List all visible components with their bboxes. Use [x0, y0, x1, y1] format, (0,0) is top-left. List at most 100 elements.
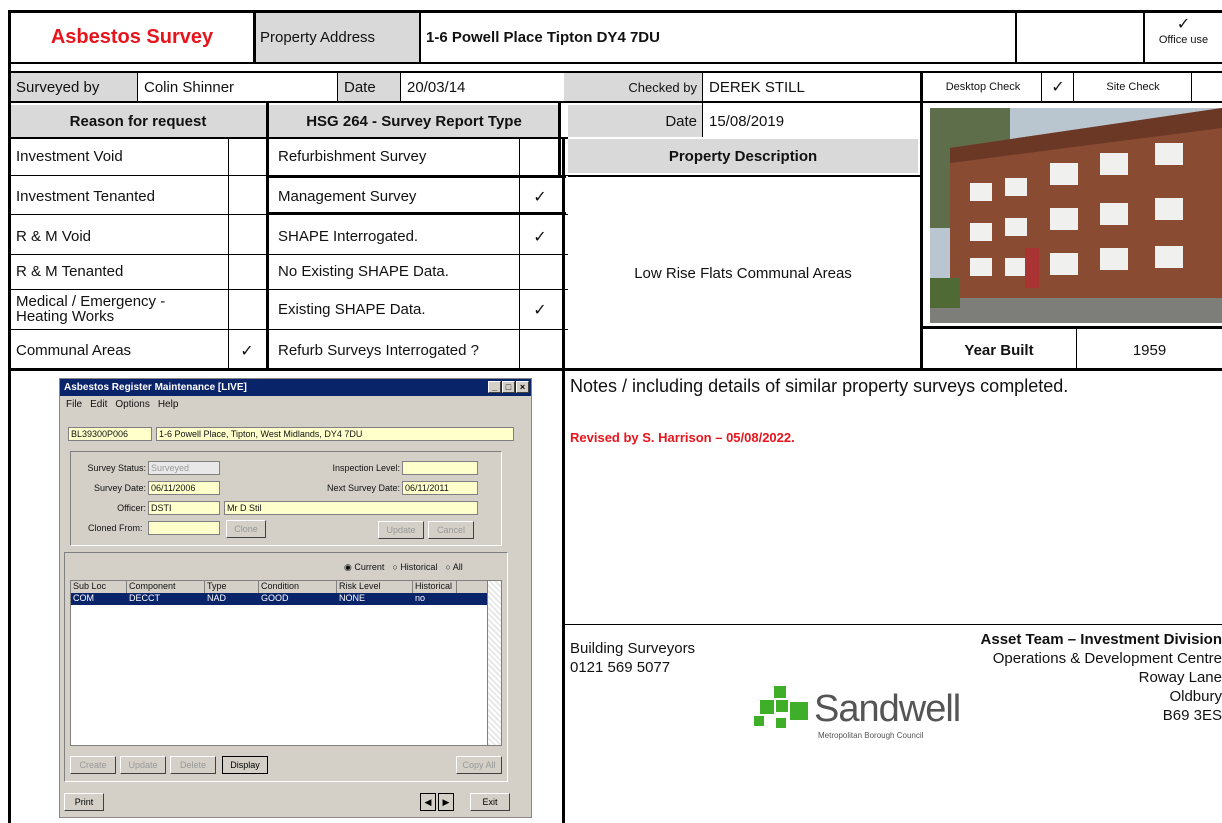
- grid-line: [920, 71, 923, 369]
- cell-condition: GOOD: [261, 593, 289, 603]
- survey-date-field[interactable]: 06/11/2006: [148, 481, 220, 495]
- cell-risk-level: NONE: [339, 593, 366, 603]
- logo-sub: Metropolitan Borough Council: [818, 731, 924, 740]
- menu-help[interactable]: Help: [158, 399, 179, 410]
- cell-component: DECCT: [129, 593, 160, 603]
- hsg-tick: ✓: [533, 301, 547, 319]
- col-type[interactable]: Type: [205, 581, 259, 593]
- grid-line: [565, 624, 1222, 625]
- prev-icon[interactable]: ◀: [420, 793, 436, 811]
- officer-code-field[interactable]: DSTI: [148, 501, 220, 515]
- hsg-item: SHAPE Interrogated.: [278, 228, 419, 245]
- sandwell-logo: Sandwell Metropolitan Borough Council: [752, 684, 992, 744]
- menu-file[interactable]: File: [66, 399, 82, 410]
- col-condition[interactable]: Condition: [259, 581, 337, 593]
- date-label: Date: [338, 73, 401, 101]
- grid-line: [400, 71, 401, 102]
- grid-line: [419, 10, 421, 63]
- desktop-check-tick: ✓: [1051, 79, 1065, 96]
- close-icon[interactable]: ×: [516, 381, 529, 393]
- col-sub-loc[interactable]: Sub Loc: [71, 581, 127, 593]
- minimize-icon[interactable]: _: [488, 381, 501, 393]
- radio-historical[interactable]: ○ Historical: [392, 562, 437, 573]
- grid-line: [8, 137, 568, 139]
- next-icon[interactable]: ▶: [438, 793, 454, 811]
- update-top-button[interactable]: Update: [378, 521, 424, 539]
- hsg-item: No Existing SHAPE Data.: [278, 263, 449, 280]
- officer-name-field[interactable]: Mr D Stil: [224, 501, 478, 515]
- surveyed-by-label: Surveyed by: [10, 73, 138, 101]
- office-use-tick: ✓: [1176, 16, 1191, 33]
- radio-historical-label: Historical: [400, 562, 438, 572]
- year-built-value: 1959: [1132, 342, 1167, 359]
- grid-line: [8, 289, 568, 290]
- grid-line: [8, 101, 1222, 103]
- ref-field[interactable]: BL39300P006: [68, 427, 152, 441]
- grid-line: [1073, 71, 1074, 102]
- display-button[interactable]: Display: [222, 756, 268, 774]
- grid-line: [1076, 329, 1077, 369]
- update-button[interactable]: Update: [120, 756, 166, 774]
- footer-addr4: B69 3ES: [1162, 707, 1222, 724]
- grid-scrollbar[interactable]: [487, 581, 501, 745]
- next-survey-field[interactable]: 06/11/2011: [402, 481, 478, 495]
- cancel-top-button[interactable]: Cancel: [428, 521, 474, 539]
- grid-line: [702, 71, 703, 137]
- clone-button[interactable]: Clone: [226, 520, 266, 538]
- notes-heading: Notes / including details of similar pro…: [570, 376, 1068, 397]
- delete-button[interactable]: Delete: [170, 756, 216, 774]
- menu-options[interactable]: Options: [115, 399, 149, 410]
- components-grid: Sub Loc Component Type Condition Risk Le…: [70, 580, 502, 746]
- table-row[interactable]: COM DECCT NAD GOOD NONE no: [71, 593, 487, 605]
- grid-line: [562, 137, 565, 823]
- radio-current-label: Current: [354, 562, 385, 572]
- grid-line: [8, 368, 1222, 371]
- cell-type: NAD: [207, 593, 227, 603]
- app-menubar: File Edit Options Help: [60, 396, 531, 412]
- property-description: Low Rise Flats Communal Areas: [634, 264, 852, 282]
- property-address-label: Property Address: [254, 12, 420, 63]
- address-field[interactable]: 1-6 Powell Place, Tipton, West Midlands,…: [156, 427, 514, 441]
- reason-tick: [228, 139, 266, 174]
- hsg-tick: [520, 333, 560, 368]
- cell-sub-loc: COM: [73, 593, 94, 603]
- cloned-from-field[interactable]: [148, 521, 220, 535]
- survey-status-label: Survey Status:: [87, 463, 146, 473]
- logo-squares-icon: [754, 686, 808, 728]
- notes-heading-bold: Notes: [570, 376, 618, 396]
- checked-by-label: Checked by: [564, 73, 703, 101]
- app-window: Asbestos Register Maintenance [LIVE] _ □…: [59, 378, 532, 818]
- inspection-level-field[interactable]: [402, 461, 478, 475]
- grid-line: [1191, 71, 1192, 102]
- maximize-icon[interactable]: □: [502, 381, 515, 393]
- property-address-value: 1-6 Powell Place Tipton DY4 7DU: [426, 29, 660, 46]
- radio-all-label: All: [452, 562, 463, 572]
- col-component[interactable]: Component: [127, 581, 205, 593]
- radio-all[interactable]: ○ All: [445, 562, 462, 573]
- reason-item-communal: Communal Areas: [16, 342, 132, 359]
- grid-line: [137, 71, 138, 102]
- create-button[interactable]: Create: [70, 756, 116, 774]
- reason-tick: [228, 254, 266, 289]
- col-historical[interactable]: Historical: [413, 581, 457, 593]
- app-title-bar[interactable]: Asbestos Register Maintenance [LIVE] _ □…: [60, 379, 531, 396]
- menu-edit[interactable]: Edit: [90, 399, 107, 410]
- office-use-label: Office use: [1158, 34, 1209, 46]
- reason-item-medical: Medical / Emergency - Heating Works: [16, 293, 166, 325]
- property-photo: [930, 108, 1222, 323]
- col-risk-level[interactable]: Risk Level: [337, 581, 413, 593]
- radio-current[interactable]: ◉ Current: [344, 562, 384, 573]
- hsg-tick: ✓: [533, 188, 547, 206]
- surveyed-by-value: Colin Shinner: [144, 78, 235, 96]
- copy-all-button[interactable]: Copy All: [456, 756, 502, 774]
- print-button[interactable]: Print: [64, 793, 104, 811]
- exit-button[interactable]: Exit: [470, 793, 510, 811]
- site-check-label: Site Check: [1106, 81, 1160, 93]
- reason-item-investment-tenanted: Investment Tenanted: [16, 188, 155, 205]
- hsg-item: Refurb Surveys Interrogated ?: [278, 342, 479, 359]
- reason-tick: ✓: [240, 342, 254, 360]
- grid-line: [8, 62, 1222, 64]
- survey-status-select[interactable]: Surveyed: [148, 461, 220, 475]
- hsg-tick: ✓: [533, 228, 547, 246]
- grid-line: [920, 326, 1222, 329]
